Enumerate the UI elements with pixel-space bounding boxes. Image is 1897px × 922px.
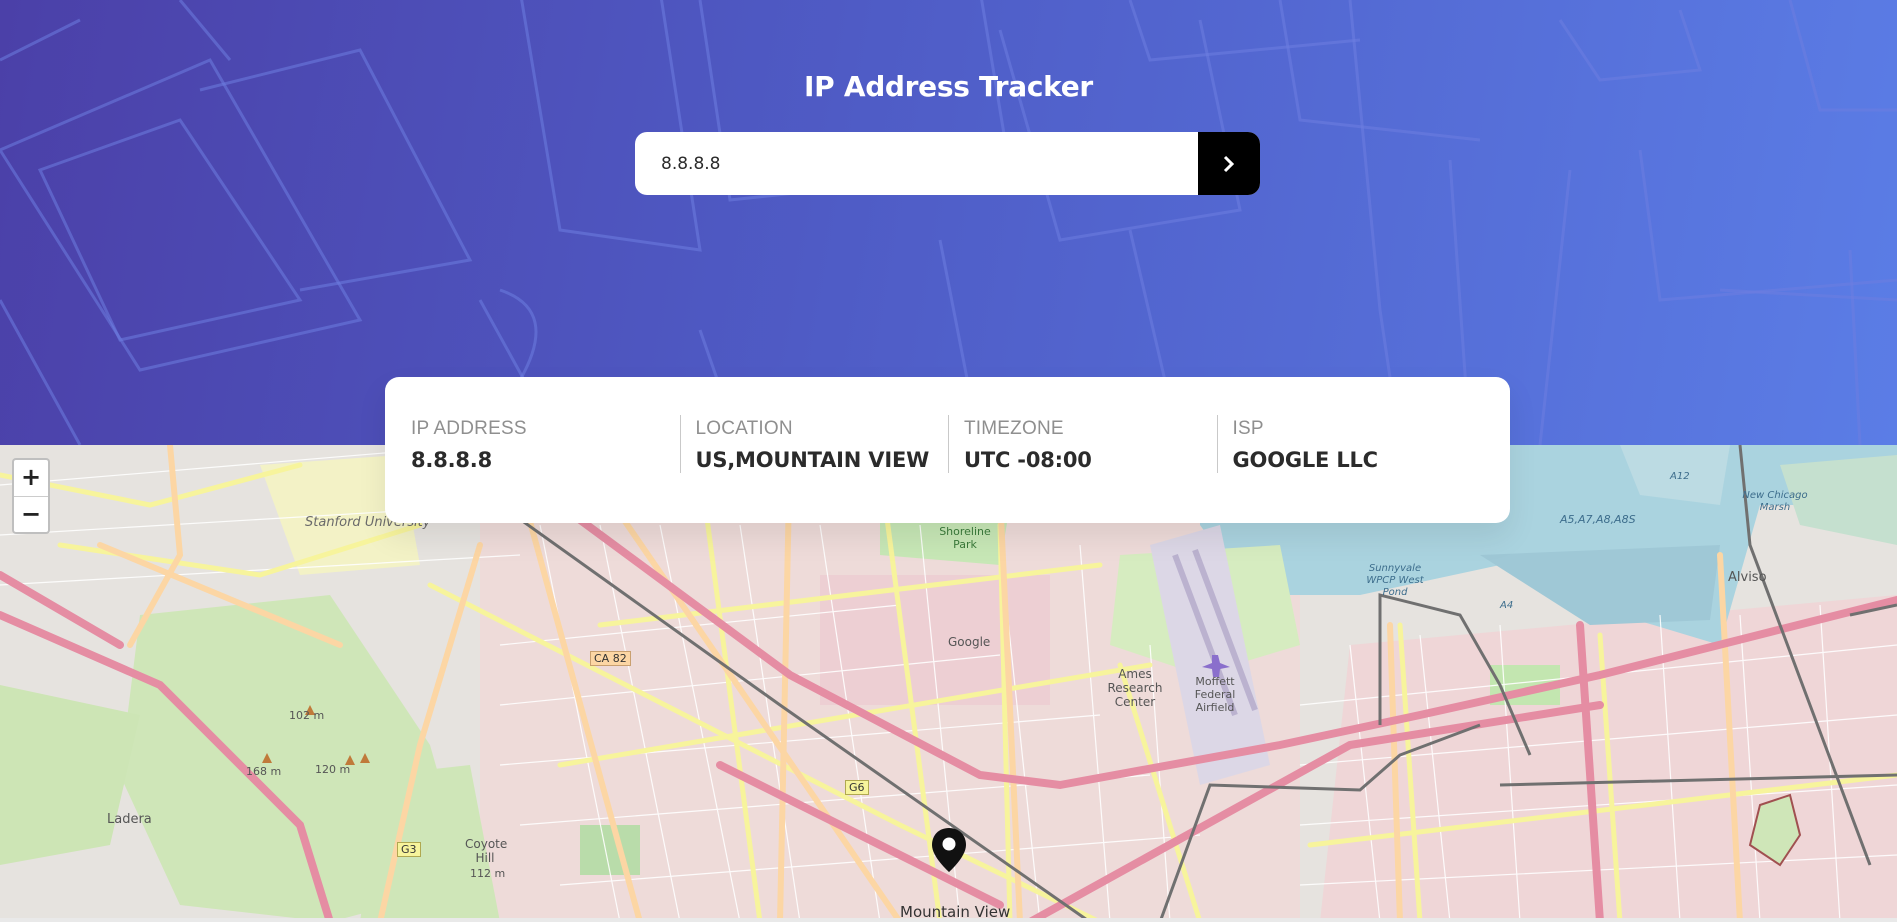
timezone-value: UTC -08:00 bbox=[964, 448, 1092, 472]
chevron-right-icon bbox=[1223, 155, 1235, 172]
map-label-shoreline: Shoreline Park bbox=[939, 525, 991, 551]
map-label-a5: A5,A7,A8,A8S bbox=[1560, 513, 1636, 526]
map-label-ladera: Ladera bbox=[107, 812, 152, 827]
map-label-a12: A12 bbox=[1670, 471, 1690, 482]
isp-value: GOOGLE LLC bbox=[1232, 448, 1379, 472]
map-label-moffett: Moffett Federal Airfield bbox=[1194, 675, 1236, 714]
ip-address-label: IP ADDRESS bbox=[411, 418, 527, 439]
location-value: US,MOUNTAIN VIEW bbox=[695, 448, 930, 472]
map-label-ames: Ames Research Center bbox=[1107, 667, 1163, 709]
ip-search-input[interactable] bbox=[635, 132, 1198, 195]
zoom-out-button[interactable]: − bbox=[14, 496, 48, 532]
ip-address-value: 8.8.8.8 bbox=[411, 448, 492, 472]
page-title: IP Address Tracker bbox=[804, 70, 1093, 103]
location-pin-icon[interactable] bbox=[929, 826, 969, 874]
ip-info-card: IP ADDRESS 8.8.8.8 LOCATION US,MOUNTAIN … bbox=[385, 377, 1510, 523]
map-label-ca82: CA 82 bbox=[590, 651, 631, 666]
map-label-g3: G3 bbox=[397, 842, 421, 857]
timezone-label: TIMEZONE bbox=[964, 418, 1064, 439]
map-label-elev-120: 120 m bbox=[315, 763, 351, 776]
search-submit-button[interactable] bbox=[1198, 132, 1260, 195]
bottom-scroll-edge bbox=[0, 918, 1897, 922]
map-label-g6: G6 bbox=[845, 780, 869, 795]
map-label-new-chicago: New Chicago Marsh bbox=[1742, 490, 1808, 513]
map-label-elev-102: 102 m bbox=[289, 709, 325, 722]
ip-address-section: IP ADDRESS 8.8.8.8 bbox=[411, 415, 680, 523]
map-label-a4: A4 bbox=[1500, 600, 1514, 611]
map-label-alviso: Alviso bbox=[1728, 570, 1767, 585]
location-section: LOCATION US,MOUNTAIN VIEW bbox=[679, 415, 949, 473]
zoom-in-button[interactable]: + bbox=[14, 460, 48, 496]
isp-label: ISP bbox=[1232, 418, 1264, 439]
map-label-elev-168: 168 m bbox=[246, 765, 282, 778]
map-label-sunnyvale: Sunnyvale WPCP West Pond bbox=[1366, 563, 1424, 598]
map-zoom-control: + − bbox=[12, 458, 50, 534]
ip-search-form bbox=[635, 132, 1260, 195]
timezone-section: TIMEZONE UTC -08:00 bbox=[948, 415, 1217, 473]
location-label: LOCATION bbox=[695, 418, 793, 439]
map-label-coyote: Coyote Hill bbox=[465, 837, 508, 865]
isp-section: ISP GOOGLE LLC bbox=[1216, 415, 1486, 473]
map-label-coyote-elev: 112 m bbox=[470, 867, 506, 880]
map-label-google: Google bbox=[948, 635, 991, 649]
